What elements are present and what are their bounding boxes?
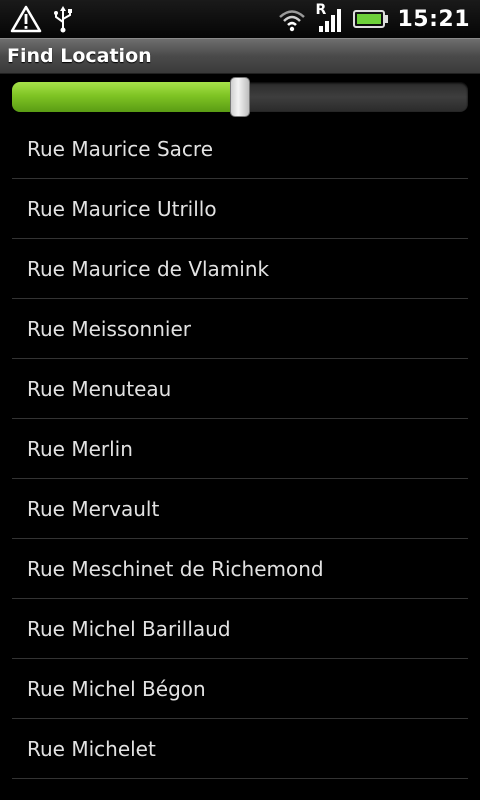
list-item-label: Rue Mervault	[27, 496, 160, 521]
list-item[interactable]: Rue Meissonnier	[12, 299, 468, 359]
status-bar: R 15:21	[0, 0, 480, 38]
list-item-label: Rue Menuteau	[27, 376, 172, 401]
list-item[interactable]: Rue Maurice Sacre	[12, 119, 468, 179]
list-item[interactable]: Rue Meschinet de Richemond	[12, 539, 468, 599]
list-item[interactable]: Rue Merlin	[12, 419, 468, 479]
clock: 15:21	[397, 6, 470, 32]
list-item-label: Rue Meschinet de Richemond	[27, 556, 324, 581]
alert-icon	[10, 5, 42, 33]
list-item[interactable]: Rue Mervault	[12, 479, 468, 539]
list-item-label: Rue Merlin	[27, 436, 133, 461]
location-list: Rue Maurice Sacre Rue Maurice Utrillo Rue …	[12, 119, 468, 779]
list-item[interactable]: Rue Maurice Utrillo	[12, 179, 468, 239]
list-item-label: Rue Maurice Sacre	[27, 136, 213, 161]
list-item-label: Rue Maurice de Vlamink	[27, 256, 270, 281]
list-item[interactable]: Rue Michel Bégon	[12, 659, 468, 719]
battery-icon	[353, 9, 389, 29]
list-item-label: Rue Michel Bégon	[27, 676, 206, 701]
list-item-label: Rue Michelet	[27, 736, 156, 761]
slider-thumb[interactable]	[230, 77, 250, 117]
list-item-label: Rue Michel Barillaud	[27, 616, 231, 641]
page-title: Find Location	[7, 45, 152, 67]
slider-fill	[12, 82, 240, 112]
list-item[interactable]: Rue Maurice de Vlamink	[12, 239, 468, 299]
list-item-label: Rue Maurice Utrillo	[27, 196, 217, 221]
wifi-icon	[277, 6, 307, 32]
title-bar: Find Location	[0, 38, 480, 74]
list-item[interactable]: Rue Menuteau	[12, 359, 468, 419]
list-item-label: Rue Meissonnier	[27, 316, 191, 341]
usb-icon	[52, 5, 74, 33]
signal-icon: R	[315, 2, 345, 34]
list-item[interactable]: Rue Michel Barillaud	[12, 599, 468, 659]
zoom-slider[interactable]	[12, 77, 468, 117]
list-item[interactable]: Rue Michelet	[12, 719, 468, 779]
